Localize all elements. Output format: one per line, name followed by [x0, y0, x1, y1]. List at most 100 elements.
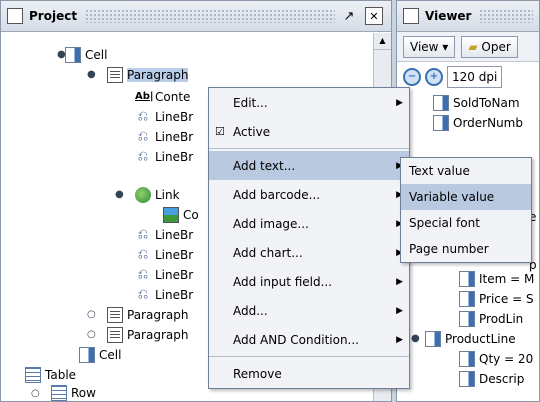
tree-node[interactable]: Cell	[79, 345, 121, 365]
zoom-in-icon[interactable]: +	[425, 68, 443, 86]
menu-item-remove[interactable]: Remove	[209, 359, 409, 388]
field-icon	[433, 95, 449, 111]
menu-item-label: Add text...	[233, 158, 296, 173]
viewer-node[interactable]: Item = M	[459, 269, 534, 289]
menu-item-label: Add AND Condition...	[233, 332, 359, 347]
viewer-node[interactable]: Qty = 20	[459, 349, 533, 369]
dpi-field[interactable]: 120 dpi	[447, 66, 503, 88]
menu-item-add-input-field[interactable]: Add input field... ▶	[209, 267, 409, 296]
view-label: View	[410, 39, 439, 54]
field-icon	[459, 311, 475, 327]
menu-separator	[209, 356, 409, 357]
tree-node-label: LineBr	[155, 228, 194, 242]
menu-item-label: Add...	[233, 303, 268, 318]
tree-node[interactable]: Paragraph	[107, 305, 188, 325]
menu-item-add[interactable]: Add... ▶	[209, 296, 409, 325]
tree-node[interactable]: ⎌ LineBr	[135, 225, 193, 245]
undock-icon[interactable]: ↗	[341, 8, 357, 24]
viewer-node[interactable]: ProdLin	[459, 309, 523, 329]
tree-node-label: Link	[155, 188, 180, 202]
viewer-title: Viewer	[425, 9, 472, 23]
tree-node[interactable]: ⎌ LineBr	[135, 265, 193, 285]
viewer-node-label: ProdLin	[479, 312, 524, 326]
line-break-icon: ⎌	[137, 267, 149, 282]
tree-node-label: Co	[183, 208, 199, 222]
tree-node[interactable]: ⎌ LineBr	[135, 127, 193, 147]
menu-item-label: Add chart...	[233, 245, 303, 260]
project-title: Project	[29, 9, 78, 23]
tree-node-label: LineBr	[155, 130, 194, 144]
zoom-row: − + 120 dpi	[397, 63, 539, 91]
close-icon[interactable]: ✕	[365, 7, 383, 25]
tree-node-label: Row	[71, 386, 96, 400]
viewer-node-label: ProductLine	[445, 332, 516, 346]
viewer-node-label: OrderNumb	[453, 116, 523, 130]
scroll-up-icon[interactable]: ▲	[374, 33, 391, 50]
paragraph-icon	[107, 67, 123, 83]
open-label: Oper	[481, 39, 511, 54]
tree-node[interactable]: Cell	[65, 45, 107, 65]
collapse-toggle[interactable]: ●	[411, 333, 420, 344]
tree-node[interactable]: ⎌ LineBr	[135, 107, 193, 127]
tree-node-selected[interactable]: Paragraph	[107, 65, 189, 85]
viewer-node[interactable]: Price = S	[459, 289, 534, 309]
field-icon	[459, 371, 475, 387]
open-button[interactable]: ▰ Oper	[461, 35, 518, 58]
tree-node[interactable]: ⎌ LineBr	[135, 285, 193, 305]
menu-item-active[interactable]: ☑ Active	[209, 117, 409, 146]
submenu-item-special-font[interactable]: Special font	[401, 210, 531, 236]
project-window-icon	[7, 8, 23, 24]
tree-node[interactable]: ⎌ LineBr	[135, 245, 193, 265]
paragraph-icon	[107, 307, 123, 323]
menu-item-label: Active	[233, 124, 271, 139]
expand-toggle[interactable]: ○	[31, 388, 40, 399]
menu-item-add-and-condition[interactable]: Add AND Condition... ▶	[209, 325, 409, 354]
tree-node-label: Paragraph	[127, 68, 189, 82]
field-icon	[459, 351, 475, 367]
tree-node-label: Cell	[99, 348, 122, 362]
viewer-titlebar: Viewer	[397, 1, 539, 32]
viewer-node[interactable]: SoldToNam	[433, 93, 520, 113]
viewer-node[interactable]: Descrip	[459, 369, 524, 389]
menu-item-label: Remove	[233, 366, 282, 381]
viewer-node-label: Qty = 20	[479, 352, 534, 366]
menu-item-add-chart[interactable]: Add chart...▶	[209, 238, 409, 267]
menu-item-edit[interactable]: Edit... ▶	[209, 88, 409, 117]
context-menu: Edit...▶ ☑Active Add text...▶ Add barcod…	[208, 87, 410, 389]
field-icon	[459, 271, 475, 287]
tree-node[interactable]: Paragraph	[107, 325, 188, 345]
tree-node-label: Cell	[85, 48, 108, 62]
tree-node[interactable]: ⎌ LineBr	[135, 147, 193, 167]
tree-node[interactable]: Link	[135, 185, 180, 205]
submenu-item-label: Text value	[409, 164, 470, 178]
expand-toggle[interactable]: ○	[87, 329, 96, 340]
menu-item-add-text[interactable]: Add text...▶	[209, 151, 409, 180]
submenu-item-page-number[interactable]: Page number	[401, 236, 531, 262]
tree-node[interactable]: Co	[163, 205, 199, 225]
tree-node-label: LineBr	[155, 150, 194, 164]
collapse-toggle[interactable]: ●	[115, 189, 124, 200]
view-dropdown-button[interactable]: View ▾	[403, 35, 456, 58]
submenu-arrow-icon: ▶	[396, 276, 403, 287]
submenu-item-variable-value[interactable]: Variable value	[401, 184, 531, 210]
viewer-node[interactable]: ProductLine	[425, 329, 516, 349]
expand-toggle[interactable]: ○	[87, 309, 96, 320]
zoom-out-icon[interactable]: −	[403, 68, 421, 86]
submenu-item-label: Special font	[409, 216, 480, 230]
tree-node-label: LineBr	[155, 288, 194, 302]
tree-node[interactable]: Table	[25, 365, 76, 385]
tree-node[interactable]: Ab| Conte	[135, 87, 190, 107]
row-icon	[51, 385, 67, 401]
viewer-document-icon	[403, 8, 419, 24]
add-text-submenu: Text value Variable value Special font P…	[400, 157, 532, 263]
line-break-icon: ⎌	[137, 129, 149, 144]
menu-item-add-image[interactable]: Add image...▶	[209, 209, 409, 238]
tree-node-label: Table	[45, 368, 77, 382]
submenu-arrow-icon: ▶	[396, 97, 403, 108]
submenu-item-text-value[interactable]: Text value	[401, 158, 531, 184]
viewer-node[interactable]: OrderNumb	[433, 113, 523, 133]
menu-item-add-barcode[interactable]: Add barcode...▶	[209, 180, 409, 209]
tree-node[interactable]: Row	[51, 383, 96, 401]
collapse-toggle[interactable]: ●	[87, 69, 96, 80]
text-content-icon: Ab|	[135, 91, 154, 102]
